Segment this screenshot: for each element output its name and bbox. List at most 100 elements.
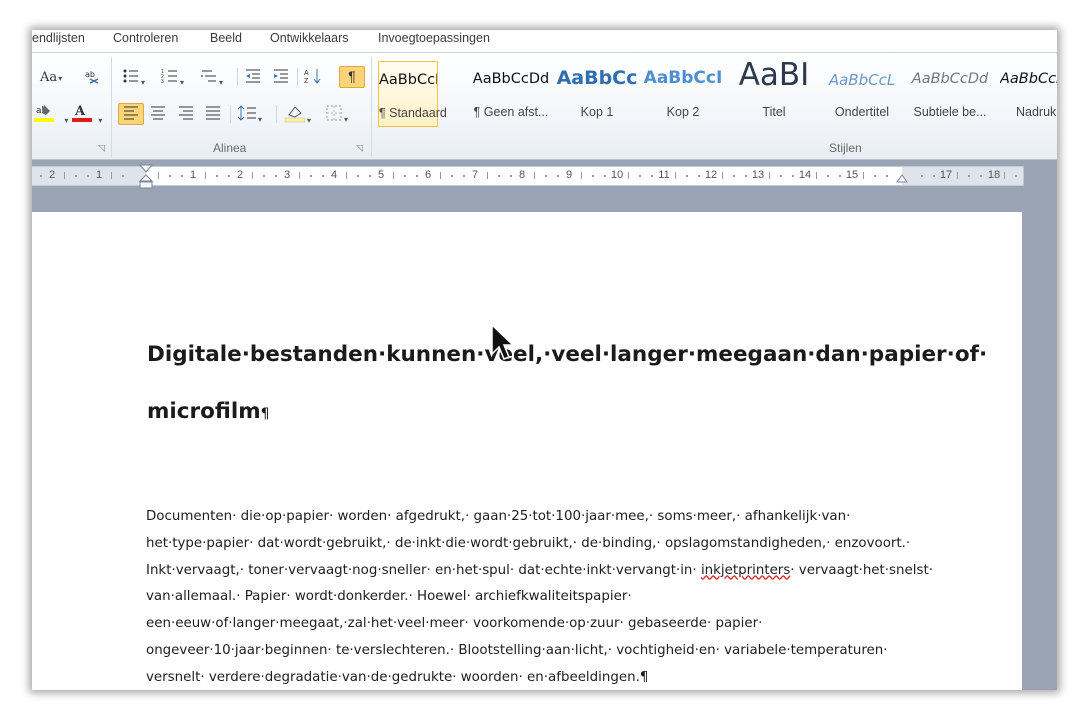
ruler-mark — [369, 175, 371, 177]
ruler-mark — [510, 175, 512, 177]
body-paragraph: Documenten· die·op·papier· worden· afged… — [146, 504, 936, 690]
paragraph-group-label: Alinea — [213, 141, 247, 155]
ruler-mark — [451, 175, 454, 177]
indent-marker-icon[interactable] — [139, 164, 153, 190]
svg-text:A: A — [74, 104, 86, 119]
ruler-mark — [87, 175, 89, 177]
style-nadruk[interactable]: AaBbCcI Nadruk — [994, 61, 1057, 125]
font-color-button[interactable]: A ▾ — [72, 103, 102, 125]
align-right-icon[interactable] — [177, 104, 195, 124]
ruler-mark — [122, 175, 125, 177]
highlight-color-button[interactable]: ab ▾ — [34, 103, 68, 125]
right-indent-marker-icon[interactable] — [896, 174, 908, 186]
style-subtiele-benadrukking[interactable]: AaBbCcDd Subtiele be... — [906, 61, 994, 125]
ruler-mark — [627, 172, 629, 179]
ruler-mark — [533, 172, 535, 179]
multilevel-list-button[interactable]: ▾ — [200, 67, 223, 87]
ruler-mark — [75, 175, 78, 177]
ruler-mark — [933, 175, 935, 177]
ruler-mark — [298, 172, 300, 179]
style-standaard[interactable]: AaBbCcDd ¶ Standaard — [378, 61, 447, 127]
style-kop-2[interactable]: AaBbCcI Kop 2 — [640, 61, 726, 125]
decrease-indent-icon[interactable] — [244, 67, 262, 87]
tab-add-ins[interactable]: Invoegtoepassingen — [378, 31, 490, 45]
ruler-mark — [40, 175, 42, 177]
ruler-mark — [921, 175, 924, 177]
shading-button[interactable]: ▾ — [284, 103, 311, 125]
svg-text:Z: Z — [304, 78, 309, 85]
group-separator — [111, 57, 112, 157]
paragraph-mark: ¶ — [260, 406, 270, 422]
ruler-margin-right — [902, 167, 1023, 185]
ruler-mark — [674, 172, 676, 179]
tab-review[interactable]: Controleren — [113, 31, 178, 45]
horizontal-ruler[interactable]: 2 1 1 2 3 4 5 6 7 8 9 10 11 12 13 14 15 17 18 — [32, 164, 1024, 189]
ruler-mark — [322, 175, 324, 177]
ruler-mark — [181, 175, 183, 177]
ruler-mark — [310, 175, 313, 177]
show-formatting-marks-button[interactable]: ¶ — [339, 66, 365, 88]
document-page[interactable]: Digitale·bestanden·kunnen·veel,·veel·lan… — [32, 212, 1022, 690]
tab-mailings[interactable]: endlijsten — [32, 31, 85, 45]
ruler-label: 12 — [704, 169, 718, 181]
ruler-mark — [874, 175, 877, 177]
misspelled-word[interactable]: inkjetprinters — [701, 563, 790, 578]
ruler-mark — [263, 175, 266, 177]
ruler-mark — [968, 175, 971, 177]
justify-icon[interactable] — [204, 104, 222, 124]
ruler-mark — [345, 172, 347, 179]
ruler-mark — [63, 172, 65, 179]
style-geen-afstand[interactable]: AaBbCcDd ¶ Geen afst... — [468, 61, 554, 125]
style-ondertitel[interactable]: AaBbCcL Ondertitel — [818, 61, 906, 125]
ruler-mark — [1003, 172, 1005, 179]
line-spacing-button[interactable]: ▾ — [237, 104, 262, 124]
tab-view[interactable]: Beeld — [210, 31, 242, 45]
ruler-mark — [592, 175, 595, 177]
ruler-mark — [204, 172, 206, 179]
paragraph-text-end: · vervaagt·het·snelst· van·allemaal.· Pa… — [146, 562, 933, 685]
ruler-mark — [357, 175, 360, 177]
align-center-icon[interactable] — [149, 104, 167, 124]
align-left-button[interactable] — [118, 103, 144, 125]
ruler-mark — [275, 175, 277, 177]
increase-indent-icon[interactable] — [272, 67, 290, 87]
ruler-mark — [604, 175, 606, 177]
ruler-mark — [862, 172, 864, 179]
ruler-label: 18 — [987, 169, 1001, 181]
ruler-mark — [404, 175, 407, 177]
paragraph-dialog-launcher-icon[interactable]: ◹ — [356, 143, 363, 154]
borders-button[interactable]: ▾ — [325, 104, 348, 124]
ruler-label: 1 — [189, 169, 197, 181]
ruler-label: 1 — [95, 169, 103, 181]
ruler-mark — [439, 172, 441, 179]
ruler-mark — [157, 172, 159, 179]
clear-formatting-icon[interactable]: ab — [84, 67, 102, 87]
sort-icon[interactable]: AZ — [304, 67, 324, 87]
ruler-label: 6 — [424, 169, 432, 181]
ruler-mark — [216, 175, 219, 177]
font-dialog-launcher-icon[interactable]: ◹ — [98, 143, 105, 154]
ruler-label: 9 — [565, 169, 573, 181]
svg-text:ab: ab — [85, 70, 95, 79]
style-titel[interactable]: AaBI Titel — [726, 57, 822, 125]
numbering-button[interactable]: 1 2 3 ▾ — [161, 67, 184, 87]
heading-line-1: Digitale·bestanden·kunnen·veel,·veel·lan… — [147, 342, 988, 367]
style-kop-1[interactable]: AaBbCc Kop 1 — [554, 61, 640, 125]
ruler-label: 3 — [283, 169, 291, 181]
ruler-mark — [545, 175, 548, 177]
ruler-label: 13 — [751, 169, 765, 181]
ruler-label: 7 — [471, 169, 479, 181]
svg-text:3: 3 — [161, 79, 164, 85]
tab-developer[interactable]: Ontwikkelaars — [270, 31, 349, 45]
ruler-mark — [721, 172, 723, 179]
ruler-mark — [980, 175, 982, 177]
ruler-mark — [498, 175, 501, 177]
ruler-mark — [792, 175, 794, 177]
change-case-button[interactable]: Aa▾ — [40, 69, 62, 89]
ruler-mark — [651, 175, 653, 177]
bullets-button[interactable]: ▾ — [122, 67, 145, 87]
ruler-mark — [1015, 175, 1018, 177]
ruler-mark — [580, 172, 582, 179]
ruler-mark — [886, 175, 888, 177]
ruler-label: 11 — [658, 169, 670, 181]
